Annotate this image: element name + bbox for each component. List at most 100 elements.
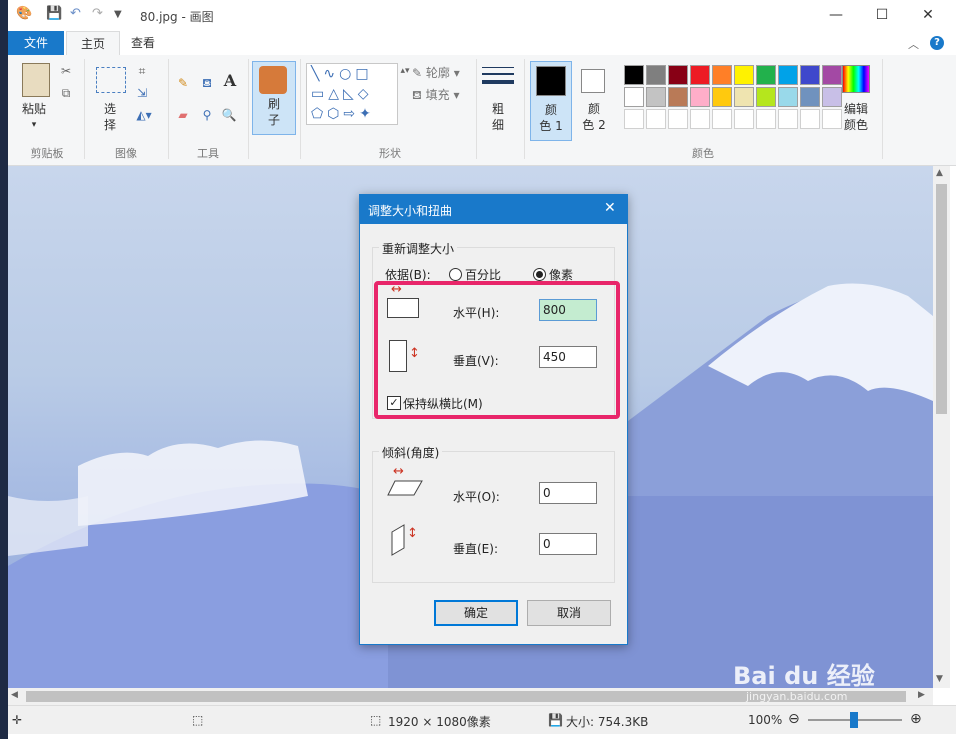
color1-button[interactable]: 颜 色 1 bbox=[530, 61, 572, 141]
tab-home[interactable]: 主页 bbox=[66, 31, 120, 57]
palette-swatch[interactable] bbox=[734, 65, 754, 85]
palette-swatch[interactable] bbox=[624, 109, 644, 129]
palette-swatch[interactable] bbox=[756, 87, 776, 107]
palette-swatch[interactable] bbox=[668, 87, 688, 107]
skew-vertical-input[interactable]: 0 bbox=[539, 533, 597, 555]
size-line-medium bbox=[482, 73, 514, 75]
ok-button[interactable]: 确定 bbox=[434, 600, 518, 626]
palette-swatch[interactable] bbox=[690, 87, 710, 107]
palette-swatch[interactable] bbox=[778, 109, 798, 129]
pixels-radio[interactable] bbox=[533, 268, 546, 281]
percent-radio[interactable] bbox=[449, 268, 462, 281]
palette-swatch[interactable] bbox=[734, 109, 754, 129]
palette-swatch[interactable] bbox=[822, 65, 842, 85]
palette-swatch[interactable] bbox=[712, 87, 732, 107]
palette-swatch[interactable] bbox=[756, 65, 776, 85]
skew-group-title: 倾斜(角度) bbox=[379, 444, 443, 461]
paste-icon[interactable] bbox=[22, 63, 50, 97]
shapes-row-1[interactable]: ╲∿○□ bbox=[311, 64, 397, 84]
shapes-row-2[interactable]: ▭△◺◇ bbox=[311, 84, 397, 104]
eraser-icon[interactable]: ▰ bbox=[174, 107, 192, 123]
outline-button[interactable]: ✎ 轮廓 ▾ bbox=[412, 65, 470, 81]
cut-icon[interactable]: ✂ bbox=[58, 63, 74, 79]
palette-swatch[interactable] bbox=[800, 109, 820, 129]
resize-icon[interactable]: ⇲ bbox=[134, 85, 150, 101]
shapes-scroll-icon[interactable]: ▴▾ bbox=[400, 63, 410, 79]
palette-swatch[interactable] bbox=[646, 87, 666, 107]
brushes-button[interactable]: 刷 子 bbox=[252, 61, 296, 135]
zoom-in-button[interactable]: ⊕ bbox=[910, 711, 922, 727]
palette-swatch[interactable] bbox=[800, 87, 820, 107]
shapes-gallery[interactable]: ╲∿○□ ▭△◺◇ ⬠⬡⇨✦ bbox=[306, 63, 398, 125]
collapse-ribbon-icon[interactable]: ︿ bbox=[908, 36, 919, 52]
size-label-line2[interactable]: 细 bbox=[480, 117, 516, 133]
vertical-scrollbar[interactable]: ▲ ▼ bbox=[933, 166, 950, 688]
edit-colors-line1[interactable]: 编辑 bbox=[834, 101, 878, 117]
crop-icon[interactable]: ⌗ bbox=[134, 63, 150, 79]
shapes-row-3[interactable]: ⬠⬡⇨✦ bbox=[311, 104, 397, 124]
palette-swatch[interactable] bbox=[778, 87, 798, 107]
palette-swatch[interactable] bbox=[690, 109, 710, 129]
fill-button[interactable]: ⛾ 填充 ▾ bbox=[412, 87, 470, 103]
status-bar: ✛ ⬚ ⬚ 1920 × 1080像素 💾 大小: 754.3KB 100% ⊖… bbox=[8, 705, 956, 734]
copy-icon[interactable]: ⧉ bbox=[58, 85, 74, 101]
size-icon[interactable] bbox=[482, 65, 514, 91]
select-button-line2[interactable]: 择 bbox=[92, 117, 128, 133]
palette-swatch[interactable] bbox=[624, 87, 644, 107]
skew-vertical-label: 垂直(E): bbox=[453, 542, 498, 556]
size-line-thick bbox=[482, 80, 514, 84]
text-icon[interactable]: A bbox=[220, 73, 240, 89]
vertical-scroll-thumb[interactable] bbox=[936, 184, 947, 414]
zoom-slider-thumb[interactable] bbox=[850, 712, 858, 728]
palette-swatch[interactable] bbox=[756, 109, 776, 129]
scroll-left-icon[interactable]: ◀ bbox=[11, 690, 18, 700]
palette-swatch[interactable] bbox=[668, 109, 688, 129]
minimize-button[interactable]: — bbox=[813, 0, 859, 31]
palette-swatch[interactable] bbox=[778, 65, 798, 85]
palette-swatch[interactable] bbox=[712, 65, 732, 85]
close-button[interactable]: ✕ bbox=[905, 0, 951, 31]
divider bbox=[84, 59, 85, 159]
paste-dropdown-icon[interactable]: ▾ bbox=[16, 117, 52, 133]
pencil-icon[interactable]: ✎ bbox=[174, 75, 192, 91]
resize-group-title: 重新调整大小 bbox=[379, 240, 458, 257]
tab-file[interactable]: 文件 bbox=[8, 31, 64, 55]
zoom-level: 100% bbox=[748, 713, 783, 727]
scroll-down-icon[interactable]: ▼ bbox=[936, 674, 943, 684]
palette-swatch[interactable] bbox=[800, 65, 820, 85]
skew-horizontal-arrow-icon: ↔ bbox=[393, 464, 404, 479]
select-button-line1[interactable]: 选 bbox=[92, 101, 128, 117]
help-icon[interactable]: ? bbox=[930, 36, 944, 50]
zoom-out-button[interactable]: ⊖ bbox=[788, 711, 800, 727]
palette-swatch[interactable] bbox=[690, 65, 710, 85]
paint-app-icon[interactable]: 🎨 bbox=[16, 6, 32, 24]
palette-swatch[interactable] bbox=[646, 109, 666, 129]
select-icon[interactable] bbox=[96, 67, 126, 93]
resize-skew-dialog: 调整大小和扭曲 ✕ 重新调整大小 依据(B): 百分比 像素 ↔ 水平(H): … bbox=[359, 194, 628, 645]
undo-icon[interactable]: ↶ bbox=[70, 6, 81, 24]
scroll-right-icon[interactable]: ▶ bbox=[918, 690, 925, 700]
cancel-button[interactable]: 取消 bbox=[527, 600, 611, 626]
skew-horizontal-input[interactable]: 0 bbox=[539, 482, 597, 504]
maximize-button[interactable]: ☐ bbox=[859, 0, 905, 31]
dialog-close-button[interactable]: ✕ bbox=[604, 200, 616, 216]
magnifier-icon[interactable]: 🔍 bbox=[220, 107, 238, 123]
customize-quick-access-icon[interactable]: ▼ bbox=[114, 9, 122, 27]
save-icon[interactable]: 💾 bbox=[46, 6, 62, 24]
fill-icon[interactable]: ⛾ bbox=[198, 75, 216, 91]
edit-colors-line2[interactable]: 颜色 bbox=[834, 117, 878, 133]
palette-swatch[interactable] bbox=[668, 65, 688, 85]
palette-swatch[interactable] bbox=[646, 65, 666, 85]
paste-button[interactable]: 粘贴 bbox=[16, 101, 52, 117]
palette-swatch[interactable] bbox=[734, 87, 754, 107]
color2-button[interactable]: 颜 色 2 bbox=[574, 61, 614, 139]
tab-view[interactable]: 查看 bbox=[120, 31, 166, 55]
rotate-icon[interactable]: ◭▾ bbox=[134, 107, 154, 123]
edit-colors-icon[interactable] bbox=[842, 65, 870, 93]
palette-swatch[interactable] bbox=[712, 109, 732, 129]
palette-swatch[interactable] bbox=[624, 65, 644, 85]
redo-icon[interactable]: ↷ bbox=[92, 6, 103, 24]
scroll-up-icon[interactable]: ▲ bbox=[936, 168, 943, 178]
size-label-line1[interactable]: 粗 bbox=[480, 101, 516, 117]
color-picker-icon[interactable]: ⚲ bbox=[198, 107, 216, 123]
